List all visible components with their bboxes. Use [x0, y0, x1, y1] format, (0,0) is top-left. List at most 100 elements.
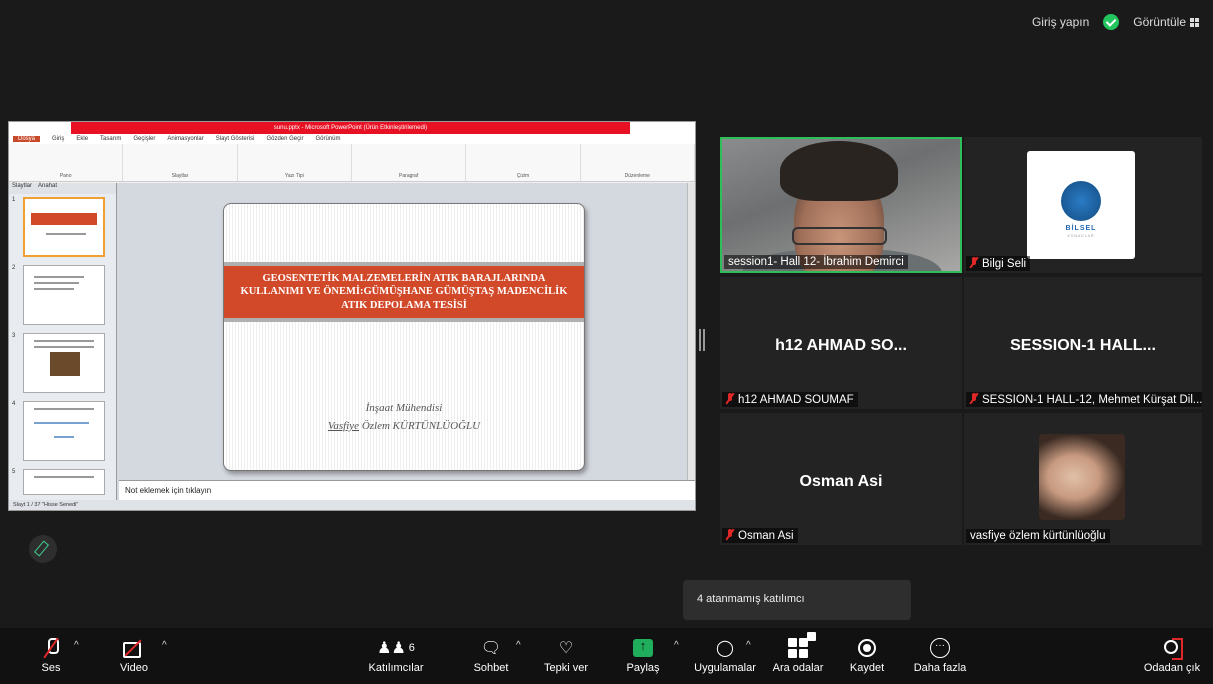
mic-muted-icon	[726, 393, 734, 404]
bilsel-logo: BİLSEL KONAKLAR	[1027, 151, 1135, 259]
video-feed	[722, 139, 960, 271]
tab-review[interactable]: Gözden Geçir	[266, 136, 303, 142]
mic-muted-icon	[726, 529, 734, 540]
slide-thumbnail[interactable]	[23, 265, 105, 325]
slide-thumbnail[interactable]	[23, 469, 105, 495]
slide-subtitle: İnşaat Mühendisi Vasfiye Özlem KÜRTÜNLÜO…	[224, 400, 584, 435]
notes-field[interactable]: Not eklemek için tıklayın	[119, 480, 695, 500]
slide-thumbnail[interactable]	[23, 333, 105, 393]
ribbon-group-paragraph: Paragraf	[352, 144, 467, 181]
ribbon-group-slides: Slaytlar	[123, 144, 238, 181]
participant-name-text: h12 AHMAD SOUMAF	[738, 394, 854, 406]
participant-display-name: SESSION-1 HALL...	[1010, 337, 1156, 354]
participants-label: Katılımcılar	[368, 662, 424, 674]
video-button[interactable]: Video	[116, 636, 152, 674]
powerpoint-ribbon: Pano Slaytlar Yazı Tipi Paragraf Çizim D…	[9, 144, 695, 182]
participant-name-text: Bilgi Seli	[982, 258, 1027, 270]
chat-options-chevron-icon[interactable]: ^	[516, 640, 521, 651]
panel-tab-outline[interactable]: Anahat	[38, 183, 57, 194]
audio-options-chevron-icon[interactable]: ^	[74, 640, 79, 651]
participant-name: Osman Asi	[722, 528, 798, 543]
ribbon-group-clipboard: Pano	[9, 144, 124, 181]
breakout-rooms-button[interactable]: 4 Ara odalar	[770, 632, 826, 674]
tab-file[interactable]: Dosya	[13, 136, 41, 142]
chat-label: Sohbet	[473, 662, 509, 674]
breakout-rooms-icon: 4	[788, 632, 816, 658]
ribbon-group-editing: Düzenleme	[581, 144, 695, 181]
participant-name-text: Osman Asi	[738, 530, 794, 542]
participant-tile-active-speaker[interactable]: session1- Hall 12- İbrahim Demirci	[720, 137, 962, 273]
avatar	[1039, 434, 1125, 520]
slide-role: İnşaat Mühendisi	[365, 402, 443, 414]
slide-author: Vasfiye Özlem KÜRTÜNLÜOĞLU	[224, 418, 584, 436]
split-handle[interactable]	[699, 329, 705, 351]
participant-tile[interactable]: SESSION-1 HALL... SESSION-1 HALL-12, Meh…	[964, 277, 1202, 409]
record-button[interactable]: Kaydet	[846, 636, 888, 674]
participant-name: h12 AHMAD SOUMAF	[722, 392, 858, 407]
tab-home[interactable]: Giriş	[52, 136, 64, 142]
tab-transitions[interactable]: Geçişler	[133, 136, 155, 142]
thumb-number: 5	[12, 469, 16, 475]
chat-button[interactable]: 🗨 Sohbet	[470, 636, 512, 674]
annotate-pen-icon[interactable]	[29, 535, 57, 563]
video-options-chevron-icon[interactable]: ^	[162, 640, 167, 651]
logo-subtext: KONAKLAR	[1067, 234, 1095, 238]
slide-author-first: Vasfiye	[327, 419, 360, 432]
meeting-toolbar: Ses ^ Video ^ ♟♟ 6 Katılımcılar 🗨 Sohbet …	[0, 628, 1213, 684]
more-button[interactable]: ··· Daha fazla	[902, 636, 978, 674]
powerpoint-body: Slaytlar Anahat 1 2 3 4 5 GEOSENTETİK MA…	[9, 183, 695, 500]
participant-tile[interactable]: vasfiye özlem kürtünlüoğlu	[964, 413, 1202, 545]
participant-tile[interactable]: Osman Asi Osman Asi	[720, 413, 962, 545]
share-options-chevron-icon[interactable]: ^	[674, 640, 679, 651]
chat-icon: 🗨	[480, 640, 502, 657]
apps-options-chevron-icon[interactable]: ^	[746, 640, 751, 651]
tab-insert[interactable]: Ekle	[76, 136, 88, 142]
leave-room-icon	[1161, 637, 1183, 660]
tab-animations[interactable]: Animasyonlar	[167, 136, 203, 142]
mic-muted-icon	[970, 257, 978, 268]
slide-thumbnail[interactable]	[23, 197, 105, 257]
participants-button[interactable]: ♟♟ 6 Katılımcılar	[362, 636, 430, 674]
thumb-number: 2	[12, 265, 16, 271]
breakout-label: Ara odalar	[772, 662, 824, 674]
encryption-shield-icon[interactable]	[1103, 14, 1120, 30]
top-bar: Giriş yapın Görüntüle	[1032, 14, 1199, 30]
participant-name: SESSION-1 HALL-12, Mehmet Kürşat Dil...	[966, 392, 1202, 407]
participant-display-name: Osman Asi	[799, 473, 883, 490]
participant-name: vasfiye özlem kürtünlüoğlu	[966, 529, 1110, 543]
participant-tile[interactable]: BİLSEL KONAKLAR Bilgi Seli	[964, 137, 1202, 273]
share-button[interactable]: Paylaş	[622, 636, 664, 674]
ribbon-group-drawing: Çizim	[466, 144, 581, 181]
audio-button[interactable]: Ses	[38, 636, 64, 674]
more-label: Daha fazla	[913, 662, 967, 674]
participant-tile[interactable]: h12 AHMAD SO... h12 AHMAD SOUMAF	[720, 277, 962, 409]
slide-thumbnail[interactable]	[23, 401, 105, 461]
powerpoint-statusbar: Slayt 1 / 37 "Hisse Senedi"	[9, 500, 695, 510]
heart-icon: ♡	[558, 640, 574, 657]
view-button[interactable]: Görüntüle	[1133, 15, 1199, 29]
participant-name-text: SESSION-1 HALL-12, Mehmet Kürşat Dil...	[982, 394, 1202, 406]
tab-design[interactable]: Tasarım	[100, 136, 121, 142]
tab-slideshow[interactable]: Slayt Gösterisi	[216, 136, 255, 142]
vertical-scrollbar[interactable]	[687, 183, 695, 480]
react-button[interactable]: ♡ Tepki ver	[540, 636, 592, 674]
powerpoint-title: sunu.pptx - Microsoft PowerPoint (Ürün E…	[71, 122, 630, 134]
participant-name: Bilgi Seli	[966, 256, 1031, 271]
video-label: Video	[120, 662, 148, 674]
panel-tab-slides[interactable]: Slaytlar	[12, 183, 32, 194]
breakout-tooltip: 4 atanmamış katılımcı	[683, 580, 911, 620]
more-dots-icon: ···	[930, 638, 950, 658]
sign-in-link[interactable]: Giriş yapın	[1032, 15, 1089, 29]
mic-muted-icon	[970, 393, 978, 404]
slide-thumbnails-panel: Slaytlar Anahat 1 2 3 4 5	[9, 183, 117, 500]
tab-view[interactable]: Görünüm	[315, 136, 340, 142]
grid-view-icon	[1190, 18, 1199, 28]
leave-button[interactable]: Odadan çık	[1140, 636, 1204, 674]
logo-text: BİLSEL	[1065, 225, 1097, 232]
view-label: Görüntüle	[1133, 15, 1186, 29]
powerpoint-tabs: Dosya Giriş Ekle Tasarım Geçişler Animas…	[9, 134, 695, 144]
meeting-window: Giriş yapın Görüntüle sunu.pptx - Micros…	[0, 0, 1213, 684]
apps-icon: ◯	[716, 640, 734, 657]
share-screen-icon	[633, 638, 653, 657]
camera-off-icon	[123, 640, 145, 658]
